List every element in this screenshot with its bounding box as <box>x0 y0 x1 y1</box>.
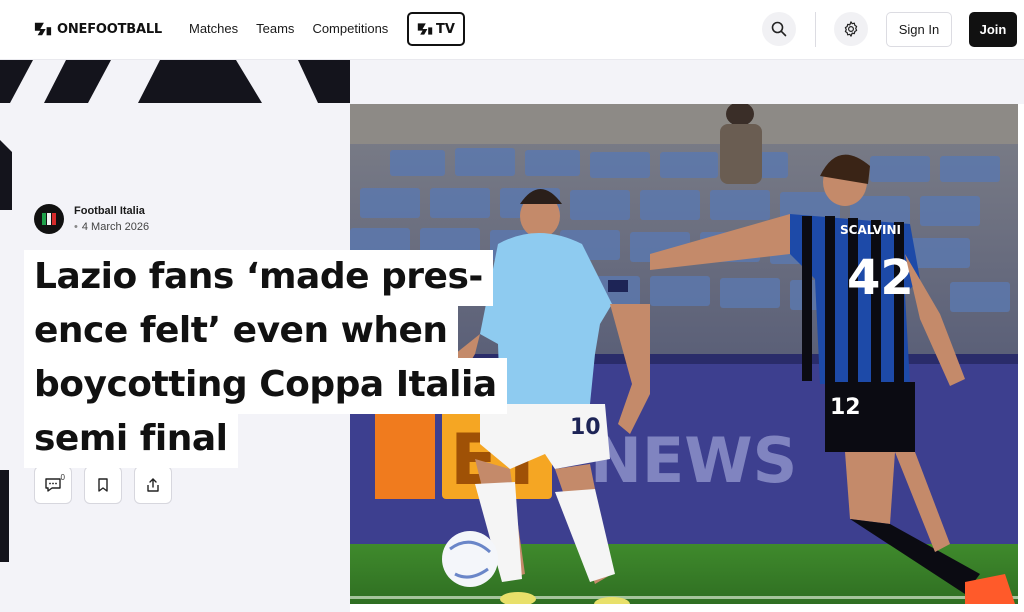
headline-line-4: semi final <box>24 412 238 468</box>
onefootball-tv-button[interactable]: TV <box>407 12 465 46</box>
headline-line-2: ence felt’ even when <box>24 304 458 360</box>
logo-text: ONEFOOTBALL <box>57 21 162 37</box>
share-button[interactable] <box>134 466 172 504</box>
gear-icon <box>844 21 858 37</box>
site-header: ONEFOOTBALL Matches Teams Competitions T… <box>0 0 1024 60</box>
header-divider <box>815 12 816 47</box>
headline-line-3: boycotting Coppa Italia <box>24 358 507 414</box>
tv-label: TV <box>436 21 455 37</box>
sign-in-button[interactable]: Sign In <box>886 12 952 47</box>
nav-matches[interactable]: Matches <box>189 21 238 36</box>
publisher-name: Football Italia <box>74 205 145 217</box>
lazio-shorts-number: 10 <box>570 415 601 440</box>
atalanta-name-text: SCALVINI <box>840 223 901 237</box>
onefootball-logo[interactable]: ONEFOOTBALL <box>34 20 162 38</box>
search-button[interactable] <box>762 12 796 46</box>
onefootball-logo-icon <box>417 23 433 35</box>
main-nav: Matches Teams Competitions <box>189 21 388 36</box>
hero-top-band <box>350 60 1024 104</box>
article-date: • 4 March 2026 <box>74 221 149 233</box>
settings-button[interactable] <box>834 12 868 46</box>
bookmark-icon <box>98 478 108 492</box>
share-icon <box>147 478 159 492</box>
search-icon <box>771 21 787 37</box>
publisher-logo <box>34 204 64 234</box>
date-bullet-icon: • <box>74 221 78 233</box>
article-actions: 0 <box>34 466 172 504</box>
comment-button[interactable]: 0 <box>34 466 72 504</box>
nav-competitions[interactable]: Competitions <box>312 21 388 36</box>
football-italia-logo-icon <box>42 213 56 225</box>
article-date-text: 4 March 2026 <box>81 221 150 233</box>
atalanta-shirt-number: 42 <box>847 250 914 306</box>
article-hero: Football Italia • 4 March 2026 0 ET NEWS… <box>0 60 1024 612</box>
article-headline: Lazio fans ‘made pres- ence felt’ even w… <box>24 250 544 468</box>
join-button[interactable]: Join <box>969 12 1017 47</box>
publisher-info[interactable]: Football Italia • 4 March 2026 <box>34 202 149 234</box>
onefootball-logo-icon <box>34 22 52 36</box>
football <box>442 531 498 587</box>
comment-count: 0 <box>60 473 65 482</box>
bookmark-button[interactable] <box>84 466 122 504</box>
comment-icon <box>45 478 61 492</box>
atalanta-shorts-number: 12 <box>830 395 861 420</box>
ad-board-right-text: NEWS <box>590 424 797 497</box>
headline-line-1: Lazio fans ‘made pres- <box>24 250 493 306</box>
nav-teams[interactable]: Teams <box>256 21 294 36</box>
